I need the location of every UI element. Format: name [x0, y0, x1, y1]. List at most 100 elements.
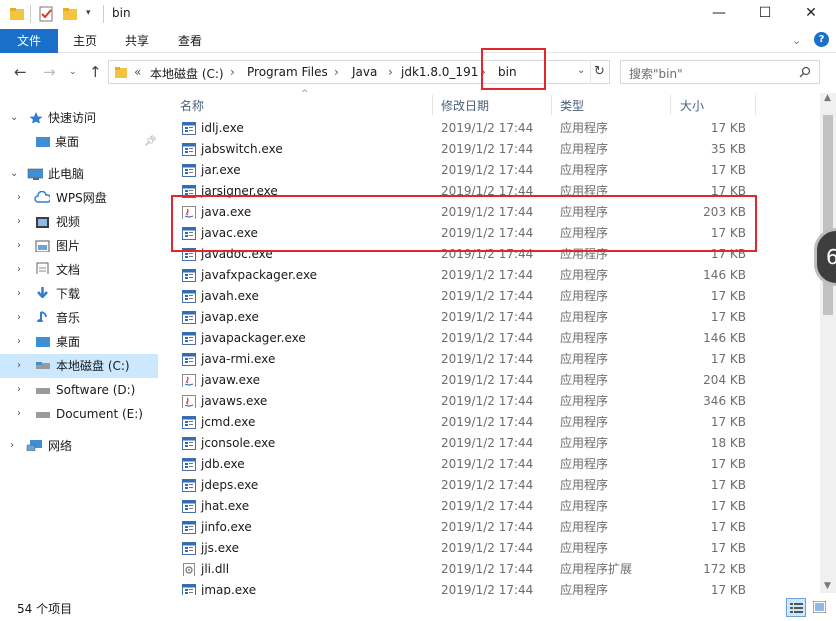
column-header-name[interactable]: 名称: [180, 97, 204, 114]
chevron-right-icon[interactable]: ›: [17, 258, 21, 282]
chevron-right-icon[interactable]: ›: [17, 378, 21, 402]
sidebar-label: 此电脑: [48, 167, 85, 181]
file-row[interactable]: jar.exe 2019/1/2 17:44 应用程序 17 KB: [170, 160, 820, 181]
maximize-button[interactable]: ☐: [742, 0, 788, 29]
back-arrow-icon[interactable]: ←: [14, 63, 27, 81]
chevron-down-icon[interactable]: ⌄: [10, 106, 18, 130]
help-icon[interactable]: ?: [814, 32, 829, 47]
details-view-button[interactable]: [786, 598, 806, 617]
tab-file[interactable]: 文件: [0, 29, 58, 53]
file-row[interactable]: java-rmi.exe 2019/1/2 17:44 应用程序 17 KB: [170, 349, 820, 370]
file-row[interactable]: javaws.exe 2019/1/2 17:44 应用程序 346 KB: [170, 391, 820, 412]
sidebar-item-document-e[interactable]: › Document (E:): [0, 402, 158, 426]
new-folder-icon[interactable]: [62, 6, 78, 22]
tab-share[interactable]: 共享: [114, 29, 160, 53]
address-dropdown-chevron-icon[interactable]: ⌄: [577, 65, 585, 76]
breadcrumb-separator[interactable]: ›: [388, 65, 393, 79]
chevron-right-icon[interactable]: ›: [17, 282, 21, 306]
chevron-right-icon[interactable]: ›: [17, 186, 21, 210]
sidebar-item-documents[interactable]: › 文档: [0, 258, 158, 282]
sidebar-item-desktop-pinned[interactable]: 桌面 📌︎: [0, 130, 158, 154]
file-row[interactable]: jli.dll 2019/1/2 17:44 应用程序扩展 172 KB: [170, 559, 820, 580]
sidebar-item-software-d[interactable]: › Software (D:): [0, 378, 158, 402]
column-divider[interactable]: [670, 95, 671, 115]
tab-view[interactable]: 查看: [167, 29, 213, 53]
customize-toolbar-chevron-icon[interactable]: ▾: [86, 8, 91, 18]
minimize-button[interactable]: —: [696, 0, 742, 29]
pin-icon[interactable]: 📌︎: [144, 130, 157, 154]
chevron-right-icon[interactable]: ›: [10, 434, 14, 458]
exe-icon: [182, 164, 196, 177]
overflow-crumb[interactable]: «: [134, 65, 141, 79]
column-header-type[interactable]: 类型: [560, 97, 584, 114]
file-row[interactable]: idlj.exe 2019/1/2 17:44 应用程序 17 KB: [170, 118, 820, 139]
file-row[interactable]: javaw.exe 2019/1/2 17:44 应用程序 204 KB: [170, 370, 820, 391]
chevron-right-icon[interactable]: ›: [17, 354, 21, 378]
file-row[interactable]: jdb.exe 2019/1/2 17:44 应用程序 17 KB: [170, 454, 820, 475]
file-row[interactable]: javadoc.exe 2019/1/2 17:44 应用程序 17 KB: [170, 244, 820, 265]
column-header-size[interactable]: 大小: [680, 97, 704, 114]
tab-home[interactable]: 主页: [62, 29, 108, 53]
file-row[interactable]: java.exe 2019/1/2 17:44 应用程序 203 KB: [170, 202, 820, 223]
breadcrumb-separator[interactable]: ›: [334, 65, 339, 79]
sidebar-item-network[interactable]: › 网络: [0, 434, 158, 458]
expand-ribbon-chevron-icon[interactable]: ⌄: [792, 34, 801, 47]
chevron-right-icon[interactable]: ›: [17, 330, 21, 354]
sidebar-item-desktop[interactable]: › 桌面: [0, 330, 158, 354]
file-row[interactable]: javapackager.exe 2019/1/2 17:44 应用程序 146 KB: [170, 328, 820, 349]
breadcrumb-bin[interactable]: bin: [498, 65, 517, 79]
sidebar-item-music[interactable]: › 音乐: [0, 306, 158, 330]
breadcrumb-separator[interactable]: ›: [481, 65, 486, 79]
column-divider[interactable]: [755, 95, 756, 115]
sidebar-item-videos[interactable]: › 视频: [0, 210, 158, 234]
file-row[interactable]: javah.exe 2019/1/2 17:44 应用程序 17 KB: [170, 286, 820, 307]
large-icons-view-button[interactable]: [810, 598, 830, 617]
scroll-up-arrow-icon[interactable]: ▲: [824, 93, 831, 103]
sidebar-item-local-disk-c[interactable]: › 本地磁盘 (C:): [0, 354, 158, 378]
sidebar-item-wps-cloud[interactable]: › WPS网盘: [0, 186, 158, 210]
file-row[interactable]: jarsigner.exe 2019/1/2 17:44 应用程序 17 KB: [170, 181, 820, 202]
address-bar[interactable]: « 本地磁盘 (C:) › Program Files › Java › jdk…: [108, 60, 610, 84]
chevron-right-icon[interactable]: ›: [17, 210, 21, 234]
up-arrow-icon[interactable]: ↑: [89, 63, 102, 81]
file-row[interactable]: jconsole.exe 2019/1/2 17:44 应用程序 18 KB: [170, 433, 820, 454]
column-header-date[interactable]: 修改日期: [441, 97, 489, 114]
search-icon[interactable]: [799, 66, 811, 78]
recent-locations-chevron-icon[interactable]: ⌄: [69, 67, 77, 77]
chevron-right-icon[interactable]: ›: [17, 306, 21, 330]
search-box[interactable]: 搜索"bin": [620, 60, 820, 84]
file-row[interactable]: jabswitch.exe 2019/1/2 17:44 应用程序 35 KB: [170, 139, 820, 160]
chevron-right-icon[interactable]: ›: [17, 234, 21, 258]
sidebar-item-quick-access[interactable]: ⌄ 快速访问: [0, 106, 158, 130]
breadcrumb-separator[interactable]: ›: [230, 65, 235, 79]
navigation-pane: ⌄ 快速访问 桌面 📌︎ ⌄ 此电脑 › WPS网盘 › 视频 › 图片 › 文…: [0, 95, 162, 595]
chevron-down-icon[interactable]: ⌄: [10, 162, 18, 186]
file-row[interactable]: jdeps.exe 2019/1/2 17:44 应用程序 17 KB: [170, 475, 820, 496]
file-row[interactable]: jinfo.exe 2019/1/2 17:44 应用程序 17 KB: [170, 517, 820, 538]
file-row[interactable]: jcmd.exe 2019/1/2 17:44 应用程序 17 KB: [170, 412, 820, 433]
forward-arrow-icon[interactable]: →: [43, 63, 56, 81]
file-row[interactable]: jhat.exe 2019/1/2 17:44 应用程序 17 KB: [170, 496, 820, 517]
file-row[interactable]: javac.exe 2019/1/2 17:44 应用程序 17 KB: [170, 223, 820, 244]
file-row[interactable]: javap.exe 2019/1/2 17:44 应用程序 17 KB: [170, 307, 820, 328]
properties-icon[interactable]: [38, 6, 54, 22]
breadcrumb-local-disk[interactable]: 本地磁盘 (C:): [150, 65, 224, 82]
file-name: java-rmi.exe: [201, 352, 276, 366]
close-button[interactable]: ✕: [788, 0, 834, 29]
column-divider[interactable]: [551, 95, 552, 115]
column-divider[interactable]: [432, 95, 433, 115]
file-row[interactable]: jjs.exe 2019/1/2 17:44 应用程序 17 KB: [170, 538, 820, 559]
scroll-down-arrow-icon[interactable]: ▼: [824, 581, 831, 591]
breadcrumb-java[interactable]: Java: [352, 65, 377, 79]
breadcrumb-program-files[interactable]: Program Files: [247, 65, 328, 79]
file-row[interactable]: javafxpackager.exe 2019/1/2 17:44 应用程序 146 …: [170, 265, 820, 286]
breadcrumb-jdk[interactable]: jdk1.8.0_191: [401, 65, 478, 79]
sidebar-item-pictures[interactable]: › 图片: [0, 234, 158, 258]
chevron-right-icon[interactable]: ›: [17, 402, 21, 426]
toolbar-divider: [103, 5, 104, 23]
file-name: javapackager.exe: [201, 331, 306, 345]
sidebar-item-this-pc[interactable]: ⌄ 此电脑: [0, 162, 158, 186]
vertical-scrollbar[interactable]: ▲ ▼: [820, 93, 836, 593]
sidebar-item-downloads[interactable]: › 下载: [0, 282, 158, 306]
refresh-icon[interactable]: ↻: [594, 64, 605, 79]
